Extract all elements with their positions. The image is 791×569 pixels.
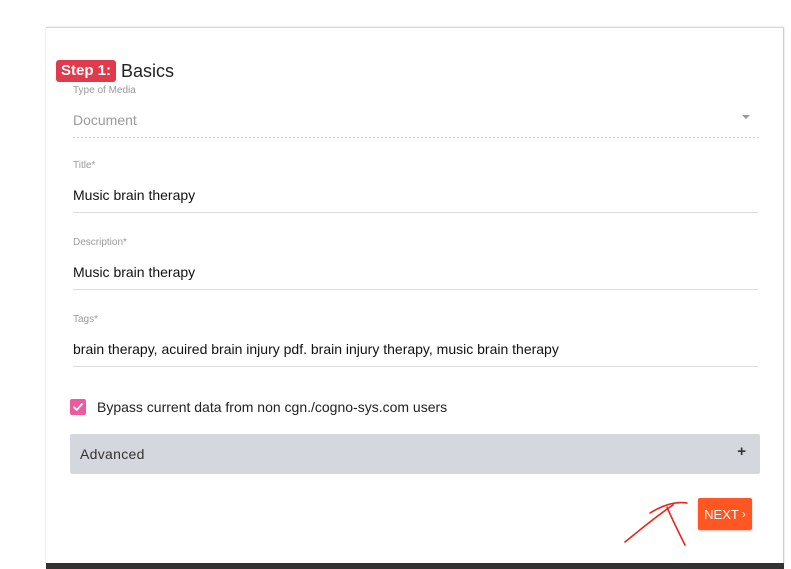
bypass-checkbox[interactable]	[70, 399, 86, 415]
next-button[interactable]: NEXT ›	[698, 498, 752, 530]
next-button-label: NEXT	[704, 506, 739, 522]
media-type-label: Type of Media	[73, 85, 136, 96]
step-badge: Step 1:	[56, 60, 117, 82]
description-value[interactable]: Music brain therapy	[73, 263, 758, 281]
tags-label: Tags*	[73, 314, 99, 325]
field-underline	[73, 212, 758, 213]
advanced-accordion[interactable]: Advanced +	[70, 434, 760, 474]
advanced-label: Advanced	[80, 446, 145, 462]
panel-bottom-bar	[46, 563, 784, 569]
chevron-right-icon: ›	[741, 507, 746, 521]
tags-value[interactable]: brain therapy, acuired brain injury pdf.…	[73, 340, 758, 358]
field-underline	[73, 366, 758, 367]
check-icon	[73, 403, 83, 411]
step-heading: Step 1: Basics	[56, 60, 174, 82]
bypass-label: Bypass current data from non cgn./cogno-…	[97, 399, 448, 415]
step-title: Basics	[121, 60, 175, 81]
title-label: Title*	[73, 160, 96, 171]
field-underline	[73, 289, 758, 290]
media-type-value: Document	[73, 112, 137, 128]
annotation-arrow-icon	[624, 501, 688, 546]
media-type-select[interactable]: Type of Media Document	[73, 85, 758, 138]
description-label: Description*	[73, 237, 127, 248]
plus-icon[interactable]: +	[737, 443, 746, 460]
tags-field[interactable]: Tags* brain therapy, acuired brain injur…	[73, 314, 758, 367]
title-value[interactable]: Music brain therapy	[73, 186, 758, 204]
bypass-checkbox-row[interactable]: Bypass current data from non cgn./cogno-…	[70, 399, 447, 415]
dropdown-arrow-icon	[742, 115, 750, 119]
description-field[interactable]: Description* Music brain therapy	[73, 237, 758, 290]
field-underline	[73, 137, 758, 138]
title-field[interactable]: Title* Music brain therapy	[73, 160, 758, 213]
